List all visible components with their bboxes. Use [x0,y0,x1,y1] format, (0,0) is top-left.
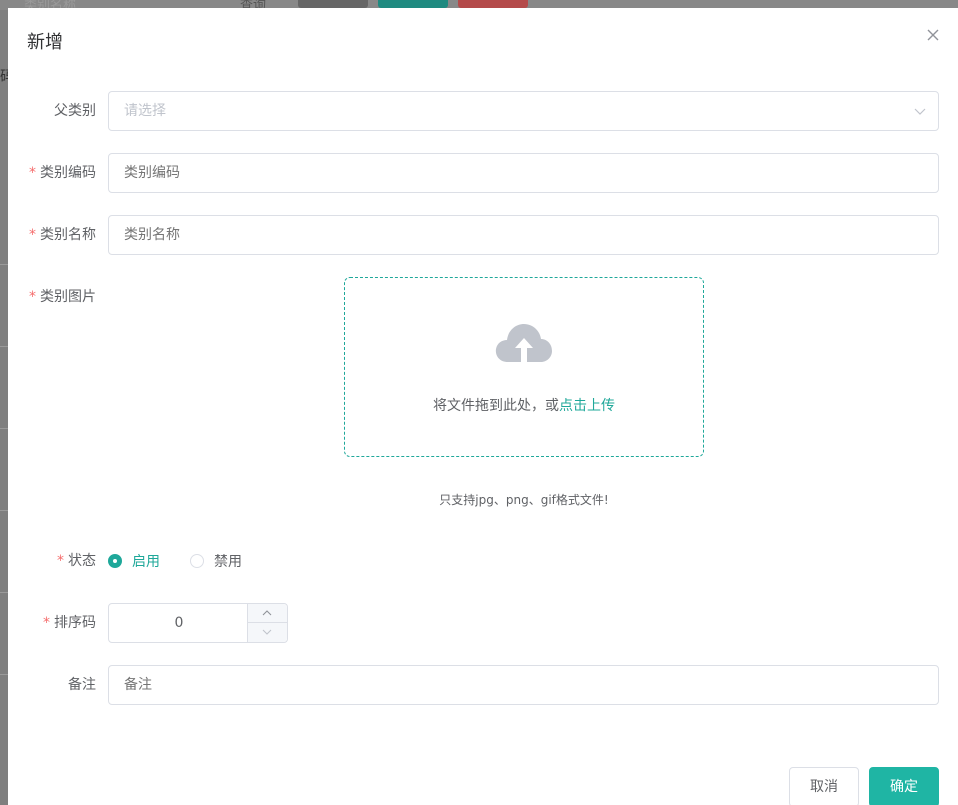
decrement-button[interactable] [247,623,287,642]
parent-category-placeholder: 请选择 [124,103,166,119]
required-mark: * [43,615,50,631]
radio-checked-icon [108,554,122,568]
background-divider [0,346,8,347]
sort-code-label: * 排序码 [43,615,96,631]
cancel-button[interactable]: 取消 [789,767,859,805]
sort-code-value[interactable]: 0 [109,604,249,642]
add-category-dialog: 新增 父类别 请选择 *类别编码 *类别名称 *类别图片 将文件拖到此处，或点击… [8,8,958,805]
category-name-input[interactable] [108,215,939,255]
upload-cloud-icon [495,324,552,362]
image-upload-dropzone[interactable]: 将文件拖到此处，或点击上传 [344,277,704,457]
remark-input[interactable] [108,665,939,705]
required-mark: * [29,227,36,243]
background-delete-button [458,0,528,8]
confirm-button[interactable]: 确定 [869,767,939,805]
dialog-title: 新增 [27,32,63,53]
background-divider [0,428,8,429]
click-upload-link[interactable]: 点击上传 [559,398,615,414]
status-label: * 状态 [57,553,96,569]
background-export-button [298,0,368,8]
required-mark: * [29,289,36,305]
background-divider [0,264,8,265]
category-code-input[interactable] [108,153,939,193]
sort-code-stepper[interactable]: 0 [108,603,288,643]
radio-unchecked-icon [190,554,204,568]
chevron-down-icon [914,108,926,115]
chevron-up-icon [262,610,272,616]
status-enabled-label: 启用 [132,554,160,570]
status-disabled-label: 禁用 [214,554,242,570]
category-image-label: * 类别图片 [29,289,96,305]
parent-category-label: 父类别 [54,103,96,119]
status-enabled-radio[interactable]: 启用 [108,541,160,581]
background-divider [0,510,8,511]
upload-instruction: 将文件拖到此处，或点击上传 [345,395,703,415]
close-icon[interactable] [926,28,940,42]
background-divider [0,592,8,593]
background-add-button [378,0,448,8]
category-code-label: * 类别编码 [29,165,96,181]
upload-tip: 只支持jpg、png、gif格式文件! [439,493,609,507]
category-name-label: * 类别名称 [29,227,96,243]
status-disabled-radio[interactable]: 禁用 [190,541,242,581]
upload-drag-text: 将文件拖到此处，或 [433,398,559,414]
required-mark: * [29,165,36,181]
chevron-down-icon [262,629,272,635]
remark-label: 备注 [68,677,96,693]
increment-button[interactable] [247,604,287,623]
required-mark: * [57,553,64,569]
parent-category-select[interactable]: 请选择 [108,91,939,131]
